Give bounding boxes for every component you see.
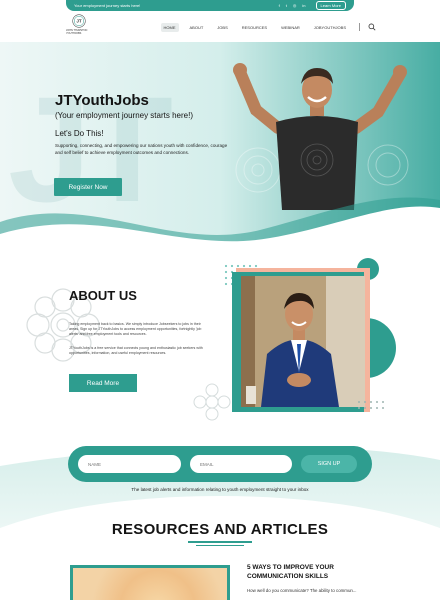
hero-subtitle: (Your employment journey starts here!) [55,111,193,120]
main-nav: HOME ABOUT JOBS RESOURCES WEBINAR JOBYOU… [160,22,376,32]
site-header: JT JOHN THURSTON YOUTHJOBS HOME ABOUT JO… [66,12,376,42]
register-now-button[interactable]: Register Now [54,178,122,196]
nav-jobyouthjobs[interactable]: JOBYOUTHJOBS [311,23,349,32]
hero-description: Supporting, connecting, and empowering o… [55,143,228,155]
signup-form: SIGN UP [68,446,372,482]
nav-about[interactable]: ABOUT [187,23,207,32]
about-paragraph-1: Taking employment back to basics. We sim… [69,322,202,337]
hero-section: JT JTYouthJobs (Your employment journey … [0,42,440,252]
search-icon[interactable] [368,23,376,31]
nav-resources[interactable]: RESOURCES [239,23,270,32]
top-tagline: Your employment journey starts here! [74,3,141,8]
nav-home[interactable]: HOME [160,22,179,32]
page: Your employment journey starts here! f t… [0,0,440,600]
flower-pattern-small-icon [193,383,231,421]
nav-webinar[interactable]: WEBINAR [278,23,303,32]
article-excerpt: How well do you communicate? The ability… [247,588,357,593]
title-underline-secondary [196,545,244,546]
hero-tagline: Let's Do This! [55,129,104,138]
dot-pattern-small-icon [358,401,384,409]
nav-jobs[interactable]: JOBS [214,23,230,32]
title-underline [188,541,252,543]
learn-more-button[interactable]: Learn More [315,1,346,10]
logo-text: JOHN THURSTON YOUTHJOBS [66,29,88,35]
name-input[interactable] [78,455,181,473]
about-title: ABOUT US [69,288,137,303]
email-input[interactable] [190,455,292,473]
facebook-icon[interactable]: f [279,3,280,8]
about-person-photo [241,276,365,407]
instagram-icon[interactable]: ◎ [293,3,297,8]
hero-title: JTYouthJobs [55,92,149,109]
twitter-icon[interactable]: t [286,3,287,8]
article-image[interactable] [70,565,230,600]
nav-divider [359,23,360,31]
about-paragraph-2: JTYouthJobs is a free service that conne… [69,346,203,356]
sign-up-button[interactable]: SIGN UP [301,455,357,473]
read-more-button[interactable]: Read More [69,374,137,392]
article-title[interactable]: 5 WAYS TO IMPROVE YOUR COMMUNICATION SKI… [247,563,377,582]
svg-text:JT: JT [76,19,82,24]
linkedin-icon[interactable]: in [302,3,305,8]
social-links: f t ◎ in [279,3,306,8]
site-logo[interactable]: JT JOHN THURSTON YOUTHJOBS [66,14,92,40]
article-image-content [73,568,227,600]
signup-note: The latest job alerts and information re… [131,487,309,492]
resources-title: RESOURCES AND ARTICLES [111,521,329,538]
logo-emblem-icon: JT [72,14,86,28]
top-bar: Your employment journey starts here! f t… [66,0,354,11]
